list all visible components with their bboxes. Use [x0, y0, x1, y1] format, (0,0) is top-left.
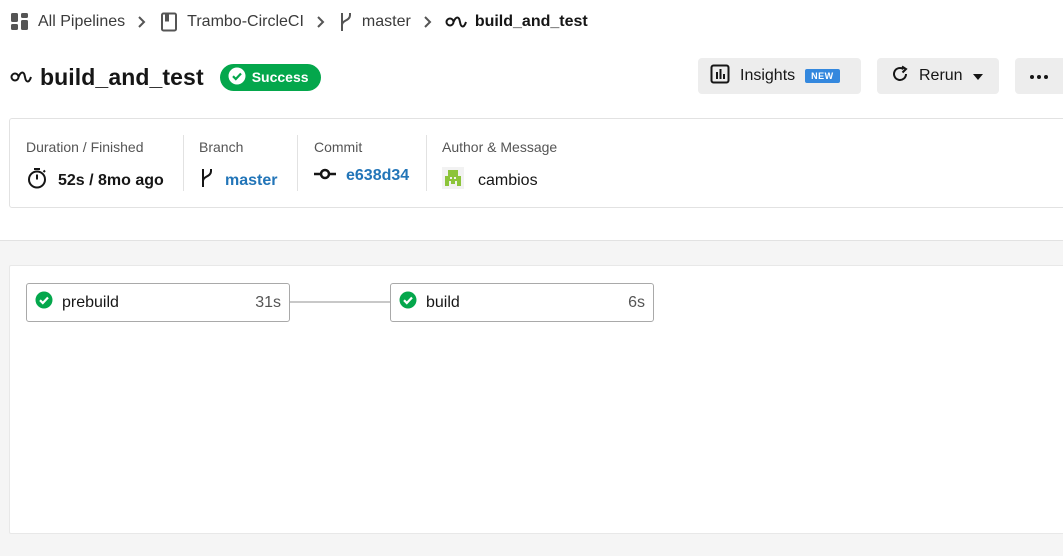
- breadcrumb-all-pipelines-label: All Pipelines: [38, 13, 126, 30]
- status-badge: Success: [219, 63, 321, 91]
- new-badge: NEW: [805, 69, 840, 83]
- job-duration: 31s: [255, 293, 281, 311]
- job-connector: [290, 301, 390, 303]
- divider: [426, 135, 427, 191]
- insights-label: Insights: [740, 67, 796, 84]
- avatar[interactable]: [442, 167, 464, 194]
- commit-icon: [314, 167, 336, 185]
- stopwatch-icon: [26, 167, 48, 194]
- commit-section: Commit e638d34: [314, 119, 409, 207]
- title-row: build_and_test Success: [10, 60, 321, 94]
- author-message: cambios: [478, 171, 538, 189]
- pipeline-info-card: Duration / Finished 52s / 8mo ago Branch…: [9, 118, 1063, 208]
- status-label: Success: [251, 69, 309, 85]
- branch-link[interactable]: master: [225, 172, 277, 190]
- job-name: build: [426, 293, 460, 311]
- job-name: prebuild: [62, 293, 119, 311]
- rerun-label: Rerun: [919, 67, 963, 84]
- commit-label: Commit: [314, 139, 363, 155]
- page-title: build_and_test: [40, 63, 204, 90]
- chevron-right-icon: [423, 15, 433, 29]
- branch-section: Branch master: [199, 119, 277, 207]
- breadcrumb-workflow[interactable]: build_and_test: [445, 13, 588, 31]
- breadcrumb-project-label: Trambo-CircleCI: [187, 13, 304, 30]
- rerun-button[interactable]: Rerun: [877, 58, 999, 94]
- workflow-icon: [445, 14, 467, 30]
- workflow-icon: [10, 69, 32, 85]
- branch-icon: [199, 167, 215, 194]
- rerun-icon: [891, 65, 909, 88]
- breadcrumb-all-pipelines[interactable]: All Pipelines: [10, 12, 125, 32]
- author-label: Author & Message: [442, 139, 558, 155]
- breadcrumb-project[interactable]: Trambo-CircleCI: [159, 12, 304, 32]
- bar-chart-icon: [710, 64, 730, 89]
- grid-icon: [10, 12, 30, 32]
- more-button[interactable]: [1015, 58, 1063, 94]
- caret-down-icon: [972, 67, 983, 85]
- chevron-right-icon: [137, 15, 147, 29]
- job-prebuild[interactable]: prebuild 31s: [26, 283, 290, 322]
- duration-value: 52s / 8mo ago: [58, 171, 164, 189]
- chevron-right-icon: [316, 15, 326, 29]
- divider: [183, 135, 184, 191]
- duration-section: Duration / Finished 52s / 8mo ago: [26, 119, 164, 207]
- breadcrumb: All Pipelines Trambo-CircleCI master bui…: [10, 10, 588, 34]
- job-duration: 6s: [628, 293, 645, 311]
- breadcrumb-workflow-label: build_and_test: [474, 13, 588, 30]
- branch-label: Branch: [199, 139, 244, 155]
- job-build[interactable]: build 6s: [390, 283, 654, 322]
- check-circle-icon: [35, 291, 53, 314]
- author-section: Author & Message cambios: [442, 119, 557, 207]
- check-circle-icon: [399, 291, 417, 314]
- duration-label: Duration / Finished: [26, 139, 144, 155]
- divider: [297, 135, 298, 191]
- breadcrumb-branch-label: master: [361, 13, 411, 30]
- check-circle-icon: [228, 67, 246, 88]
- book-icon: [159, 12, 179, 32]
- insights-button[interactable]: Insights NEW: [698, 58, 861, 94]
- more-icon: [1029, 67, 1049, 85]
- branch-icon: [338, 11, 354, 33]
- commit-link[interactable]: e638d34: [346, 167, 409, 185]
- breadcrumb-branch[interactable]: master: [338, 11, 411, 33]
